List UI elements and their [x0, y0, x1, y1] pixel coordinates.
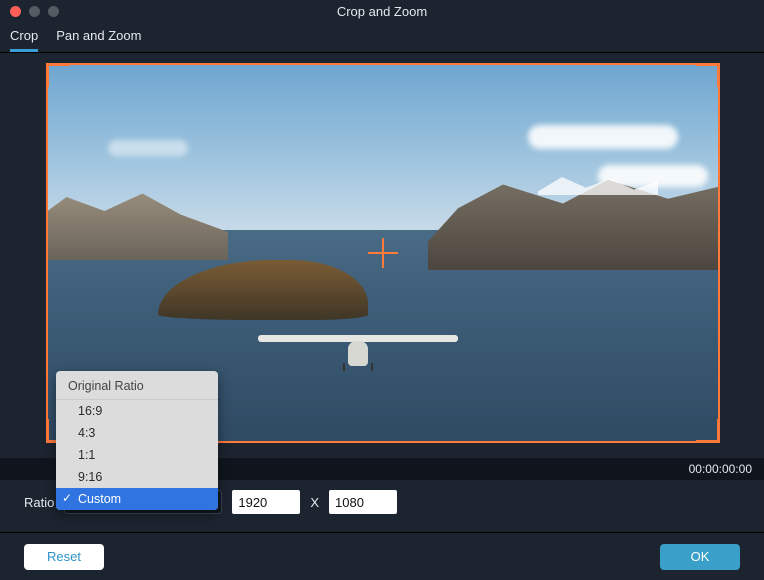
traffic-lights: [0, 6, 59, 17]
crop-handle-bottom-right[interactable]: [696, 419, 720, 443]
preview-cloud: [108, 140, 188, 156]
minimize-window-button[interactable]: [29, 6, 40, 17]
footer: Reset OK: [0, 532, 764, 580]
crop-handle-top-right[interactable]: [696, 63, 720, 87]
tab-pan-and-zoom[interactable]: Pan and Zoom: [56, 28, 141, 52]
preview-plane: [258, 335, 458, 375]
ratio-option-9-16[interactable]: 9:16: [56, 466, 218, 488]
ratio-option-custom[interactable]: Custom: [56, 488, 218, 510]
ratio-label: Ratio: [24, 495, 54, 510]
tab-crop[interactable]: Crop: [10, 28, 38, 52]
dimension-separator: X: [310, 495, 319, 510]
height-input[interactable]: [329, 490, 397, 514]
titlebar: Crop and Zoom: [0, 0, 764, 22]
close-window-button[interactable]: [10, 6, 21, 17]
ratio-dropdown-header[interactable]: Original Ratio: [56, 371, 218, 400]
width-input[interactable]: [232, 490, 300, 514]
reset-button[interactable]: Reset: [24, 544, 104, 570]
ratio-option-4-3[interactable]: 4:3: [56, 422, 218, 444]
ratio-option-16-9[interactable]: 16:9: [56, 400, 218, 422]
maximize-window-button[interactable]: [48, 6, 59, 17]
crop-handle-top-left[interactable]: [46, 63, 70, 87]
window-title: Crop and Zoom: [0, 4, 764, 19]
ratio-dropdown-menu: Original Ratio 16:9 4:3 1:1 9:16 Custom: [56, 371, 218, 510]
tabs: Crop Pan and Zoom: [0, 22, 764, 53]
preview-cloud: [528, 125, 678, 149]
timecode: 00:00:00:00: [689, 462, 752, 476]
ratio-option-1-1[interactable]: 1:1: [56, 444, 218, 466]
ok-button[interactable]: OK: [660, 544, 740, 570]
